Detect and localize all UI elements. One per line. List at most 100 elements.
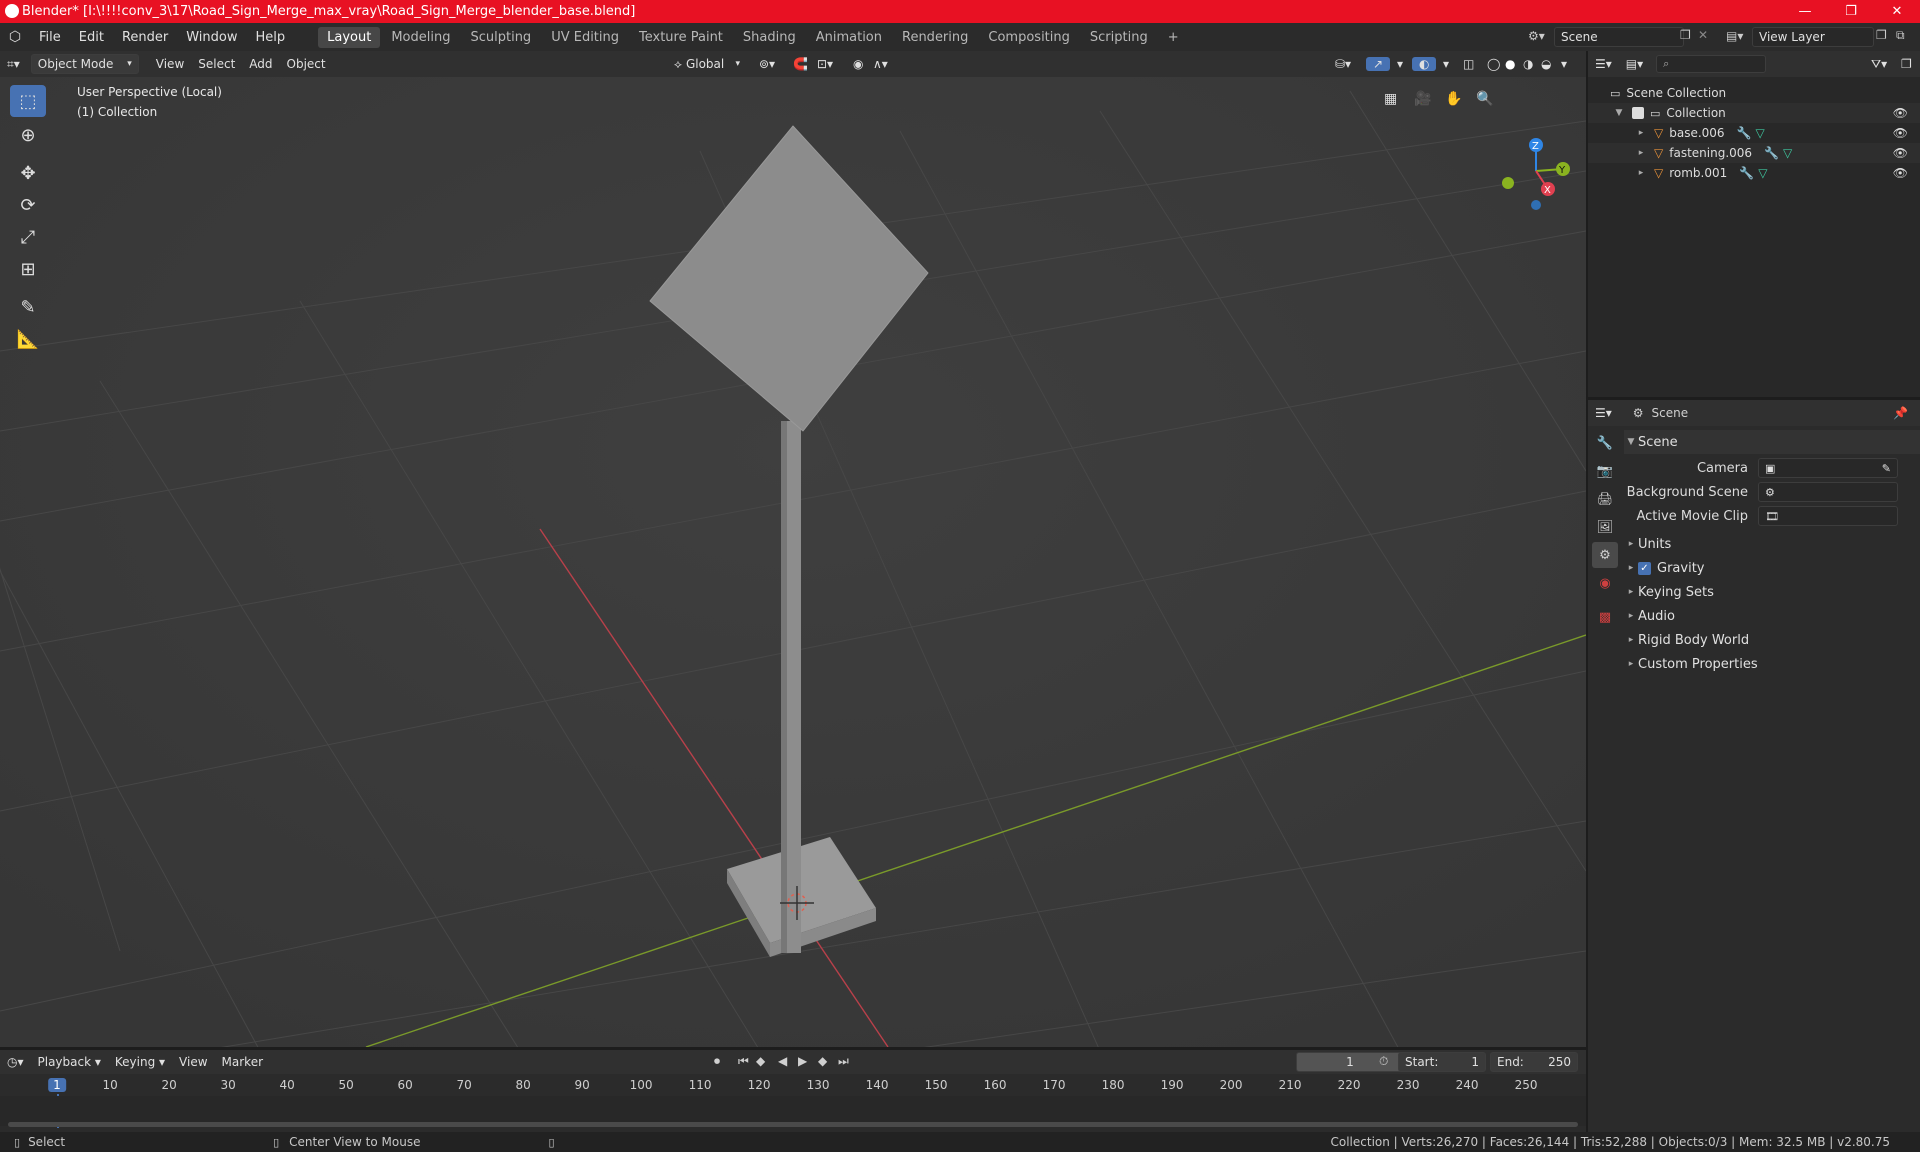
- tab-compositing[interactable]: Compositing: [979, 27, 1079, 48]
- falloff-icon[interactable]: ∧▾: [866, 57, 895, 71]
- outliner-object-row[interactable]: ▸ ▽ base.006 🔧 ▽ 👁: [1588, 123, 1920, 143]
- outliner-object-row[interactable]: ▸ ▽ fastening.006 🔧 ▽ 👁: [1588, 143, 1920, 163]
- jump-end-button[interactable]: ⏭: [838, 1054, 849, 1069]
- units-panel-header[interactable]: ▸ Units: [1624, 532, 1920, 556]
- menu-object[interactable]: Object: [280, 57, 333, 71]
- camera-field[interactable]: ▣ ✎: [1758, 458, 1898, 478]
- close-button[interactable]: ✕: [1874, 0, 1920, 23]
- rigid-body-world-panel-header[interactable]: ▸ Rigid Body World: [1624, 628, 1920, 652]
- outliner-editor-type-icon[interactable]: ☰▾: [1588, 57, 1619, 71]
- 3d-viewport[interactable]: Z Y X ⌗▾ Object Mode ▾ View Select Add Ob…: [0, 51, 1586, 1047]
- eye-icon[interactable]: 👁: [1893, 146, 1908, 160]
- world-tab-icon[interactable]: ◉: [1592, 570, 1618, 596]
- jump-start-button[interactable]: ⏮: [738, 1054, 749, 1069]
- toggle-camera-view-icon[interactable]: ▦: [1384, 91, 1397, 107]
- new-view-layer-icon[interactable]: ❐: [1876, 28, 1887, 42]
- camera-icon[interactable]: 🎥: [1414, 91, 1431, 107]
- zoom-icon[interactable]: 🔍: [1476, 91, 1493, 107]
- menu-file[interactable]: File: [30, 30, 70, 45]
- tab-animation[interactable]: Animation: [807, 27, 891, 48]
- render-tab-icon[interactable]: 📷: [1592, 458, 1618, 484]
- display-mode-icon[interactable]: ▤▾: [1619, 57, 1650, 71]
- overlays-dropdown-icon[interactable]: ▾: [1436, 57, 1456, 71]
- tab-sculpting[interactable]: Sculpting: [461, 27, 540, 48]
- menu-add[interactable]: Add: [242, 57, 279, 71]
- tab-texture-paint[interactable]: Texture Paint: [630, 27, 732, 48]
- blender-menu-icon[interactable]: ⬡: [0, 29, 30, 45]
- audio-panel-header[interactable]: ▸ Audio: [1624, 604, 1920, 628]
- measure-tool[interactable]: 📐: [10, 323, 46, 355]
- scene-collection-row[interactable]: ▭ Scene Collection: [1588, 83, 1920, 103]
- rotate-tool[interactable]: ⟳: [10, 189, 46, 221]
- outliner-object-row[interactable]: ▸ ▽ romb.001 🔧 ▽ 👁: [1588, 163, 1920, 183]
- record-button[interactable]: ⏺: [714, 1054, 720, 1069]
- gravity-panel-header[interactable]: ▸ ✓ Gravity: [1624, 556, 1920, 580]
- scene-selector[interactable]: Scene: [1554, 27, 1684, 47]
- pivot-point-icon[interactable]: ⊚▾: [752, 57, 782, 71]
- output-tab-icon[interactable]: 🖨: [1592, 486, 1618, 512]
- custom-properties-panel-header[interactable]: ▸ Custom Properties: [1624, 652, 1920, 676]
- filter-icon[interactable]: ⛛▾: [1864, 57, 1894, 72]
- eyedropper-icon[interactable]: ✎: [1882, 462, 1891, 475]
- play-button[interactable]: ▶: [798, 1054, 807, 1068]
- collection-expand-chevron[interactable]: ▼: [1612, 108, 1626, 118]
- tab-layout[interactable]: Layout: [318, 26, 381, 48]
- transform-orientation-selector[interactable]: ⟡ Global ▾: [668, 54, 746, 74]
- texture-tab-icon[interactable]: ▩: [1592, 604, 1618, 630]
- scale-tool[interactable]: ⤢: [10, 221, 46, 253]
- maximize-button[interactable]: ❐: [1828, 0, 1874, 23]
- pin-icon[interactable]: 📌: [1893, 406, 1908, 420]
- gizmo-dropdown-icon[interactable]: ▾: [1390, 57, 1410, 71]
- timeline-scrollbar[interactable]: [8, 1122, 1578, 1127]
- menu-select[interactable]: Select: [191, 57, 242, 71]
- pan-hand-icon[interactable]: ✋: [1445, 91, 1462, 107]
- tab-scripting[interactable]: Scripting: [1081, 27, 1157, 48]
- move-tool[interactable]: ✥: [10, 157, 46, 189]
- minimize-button[interactable]: —: [1782, 0, 1828, 23]
- select-box-tool[interactable]: ⬚: [10, 85, 46, 117]
- tab-uv-editing[interactable]: UV Editing: [542, 27, 628, 48]
- scene-panel-header[interactable]: ▼ Scene: [1624, 430, 1920, 454]
- shading-dropdown-icon[interactable]: ▾: [1554, 57, 1574, 71]
- eye-icon[interactable]: 👁: [1893, 126, 1908, 140]
- delete-scene-icon[interactable]: ✕: [1698, 28, 1708, 42]
- overlays-icon[interactable]: ◐: [1412, 57, 1437, 71]
- tab-shading[interactable]: Shading: [734, 27, 805, 48]
- properties-editor-type-icon[interactable]: ☰▾: [1588, 406, 1619, 420]
- collection-checkbox[interactable]: [1632, 107, 1644, 119]
- tab-modeling[interactable]: Modeling: [382, 27, 459, 48]
- view-layer-selector[interactable]: View Layer: [1752, 27, 1874, 47]
- add-workspace-button[interactable]: +: [1159, 27, 1188, 48]
- menu-help[interactable]: Help: [247, 30, 295, 45]
- snap-target-icon[interactable]: ⊡▾: [810, 57, 840, 71]
- scene-tab-icon[interactable]: ⚙: [1592, 542, 1618, 568]
- eye-icon[interactable]: 👁: [1893, 106, 1908, 120]
- expand-chevron[interactable]: ▸: [1634, 128, 1648, 138]
- xray-icon[interactable]: ◫: [1456, 57, 1481, 71]
- menu-render[interactable]: Render: [113, 30, 177, 45]
- expand-chevron[interactable]: ▸: [1634, 168, 1648, 178]
- view-layer-tab-icon[interactable]: 🖼: [1592, 514, 1618, 540]
- start-frame-field[interactable]: Start: 1: [1398, 1052, 1486, 1072]
- menu-marker[interactable]: Marker: [215, 1055, 270, 1069]
- transform-tool[interactable]: ⊞: [10, 253, 46, 285]
- visibility-icon[interactable]: ⛁▾: [1328, 57, 1358, 71]
- prev-keyframe-button[interactable]: ◆: [756, 1054, 765, 1068]
- active-movie-clip-field[interactable]: 🎞: [1758, 506, 1898, 526]
- editor-type-icon[interactable]: ⌗▾: [0, 57, 27, 72]
- collection-row[interactable]: ▼ ▭ Collection 👁: [1588, 103, 1920, 123]
- menu-keying[interactable]: Keying ▾: [108, 1055, 172, 1069]
- mode-selector[interactable]: Object Mode ▾: [30, 54, 139, 74]
- next-keyframe-button[interactable]: ◆: [818, 1054, 827, 1068]
- tool-tab-icon[interactable]: 🔧: [1592, 430, 1618, 456]
- keying-sets-panel-header[interactable]: ▸ Keying Sets: [1624, 580, 1920, 604]
- timeline-editor-type-icon[interactable]: ◷▾: [0, 1055, 31, 1069]
- delete-view-layer-icon[interactable]: ⧉: [1896, 28, 1905, 43]
- end-frame-field[interactable]: End: 250: [1490, 1052, 1578, 1072]
- cursor-tool[interactable]: ⊕: [10, 119, 46, 151]
- expand-chevron[interactable]: ▸: [1634, 148, 1648, 158]
- gravity-checkbox[interactable]: ✓: [1638, 561, 1651, 575]
- menu-playback[interactable]: Playback ▾: [31, 1055, 108, 1069]
- eye-icon[interactable]: 👁: [1893, 166, 1908, 180]
- menu-edit[interactable]: Edit: [70, 30, 113, 45]
